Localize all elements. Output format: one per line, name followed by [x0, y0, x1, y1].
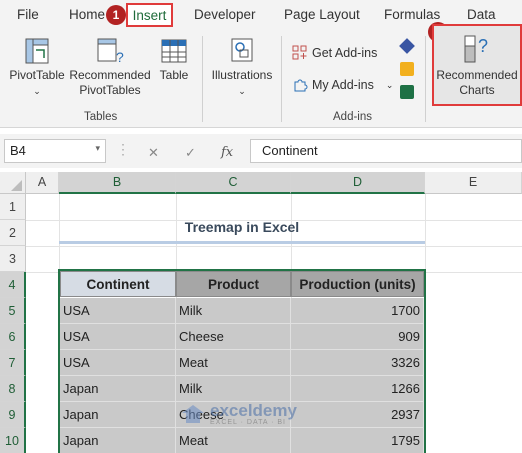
visio-icon[interactable]: [399, 38, 415, 54]
continent-cell[interactable]: Japan: [60, 376, 176, 402]
title-underline: [59, 241, 425, 244]
svg-text:?: ?: [116, 49, 124, 65]
chevron-down-icon[interactable]: ⌄: [386, 80, 394, 91]
tab-formulas[interactable]: Formulas: [384, 7, 440, 22]
formula-bar-grip-icon: ⋮: [116, 141, 130, 157]
header-cell-production[interactable]: Production (units): [291, 271, 424, 297]
insert-function-icon[interactable]: fx: [221, 145, 233, 160]
recommended-charts-icon: ?: [464, 35, 488, 63]
row-header-3[interactable]: 3: [0, 246, 26, 272]
puzzle-icon: [294, 79, 308, 92]
addins-group-label: Add-ins: [333, 111, 372, 123]
people-graph-icon[interactable]: [400, 85, 414, 99]
chevron-down-icon: ⌄: [33, 86, 41, 96]
gridline: [26, 246, 522, 247]
enter-icon[interactable]: ✓: [185, 145, 196, 161]
gridline: [425, 194, 426, 453]
recommended-pivottable-icon: ?: [97, 38, 124, 65]
my-addins-button[interactable]: My Add-ins ⌄: [292, 77, 393, 93]
exceldemy-watermark: exceldemy EXCEL · DATA · BI: [180, 402, 297, 426]
step-1-badge: 1: [106, 5, 126, 25]
table-button[interactable]: Table: [154, 36, 194, 83]
chevron-down-icon: ⌄: [238, 86, 246, 96]
column-header-e[interactable]: E: [425, 172, 522, 194]
pivottable-label: PivotTable: [9, 68, 65, 82]
tab-home[interactable]: Home: [69, 7, 105, 22]
svg-text:?: ?: [478, 36, 488, 56]
illustrations-icon: [231, 38, 253, 62]
tab-page-layout[interactable]: Page Layout: [284, 7, 360, 22]
row-header-5[interactable]: 5: [0, 298, 26, 324]
formula-bar: B4 ▾ ⋮ ✕ ✓ fx Continent: [0, 134, 522, 168]
my-addins-label: My Add-ins: [312, 78, 374, 92]
production-cell[interactable]: 3326: [291, 350, 424, 376]
watermark-tagline: EXCEL · DATA · BI: [210, 419, 286, 426]
ribbon-divider: [281, 36, 282, 122]
continent-cell[interactable]: USA: [60, 298, 176, 324]
get-addins-label: Get Add-ins: [312, 46, 378, 60]
pivottable-button[interactable]: PivotTable ⌄: [6, 36, 68, 99]
name-box[interactable]: B4 ▾: [4, 139, 106, 163]
name-box-value: B4: [10, 143, 26, 158]
header-cell-continent[interactable]: Continent: [60, 271, 176, 297]
continent-cell[interactable]: Japan: [60, 428, 176, 453]
ribbon-divider: [425, 36, 426, 122]
continent-cell[interactable]: USA: [60, 350, 176, 376]
get-addins-button[interactable]: Get Add-ins: [292, 45, 377, 61]
recommended-pivottables-label-2: PivotTables: [79, 83, 141, 97]
illustrations-button[interactable]: Illustrations ⌄: [208, 36, 276, 99]
grid-plus-icon: [292, 45, 307, 60]
chevron-down-icon[interactable]: ▾: [95, 143, 100, 154]
continent-cell[interactable]: USA: [60, 324, 176, 350]
row-header-1[interactable]: 1: [0, 194, 26, 220]
recommended-pivottables-label-1: Recommended: [69, 68, 151, 82]
product-cell[interactable]: Meat: [176, 350, 291, 376]
cancel-icon[interactable]: ✕: [148, 145, 159, 161]
table-icon: [161, 39, 187, 63]
recommended-charts-label-1: Recommended: [436, 68, 518, 82]
watermark-brand: exceldemy: [210, 401, 297, 420]
product-cell[interactable]: Cheese: [176, 324, 291, 350]
row-header-8[interactable]: 8: [0, 376, 26, 402]
column-header-d[interactable]: D: [291, 172, 425, 194]
formula-value: Continent: [262, 143, 318, 158]
recommended-pivottables-button[interactable]: ? Recommended PivotTables: [66, 36, 154, 98]
header-cell-product[interactable]: Product: [176, 271, 291, 297]
tab-data[interactable]: Data: [467, 7, 496, 22]
production-cell[interactable]: 1700: [291, 298, 424, 324]
tab-insert[interactable]: Insert: [126, 3, 173, 27]
row-header-10[interactable]: 10: [0, 428, 26, 453]
row-header-2[interactable]: 2: [0, 220, 26, 246]
production-cell[interactable]: 1795: [291, 428, 424, 453]
production-cell[interactable]: 909: [291, 324, 424, 350]
recommended-charts-label-2: Charts: [459, 83, 495, 97]
product-cell[interactable]: Milk: [176, 376, 291, 402]
column-header-c[interactable]: C: [176, 172, 291, 194]
tab-file[interactable]: File: [17, 7, 39, 22]
recommended-charts-button[interactable]: ? Recommended Charts: [432, 24, 522, 106]
table-label: Table: [159, 68, 189, 82]
product-cell[interactable]: Meat: [176, 428, 291, 453]
column-header-a[interactable]: A: [26, 172, 59, 194]
row-header-4[interactable]: 4: [0, 272, 26, 298]
tab-developer[interactable]: Developer: [194, 7, 256, 22]
pivottable-icon: [25, 38, 49, 64]
row-header-9[interactable]: 9: [0, 402, 26, 428]
row-header-7[interactable]: 7: [0, 350, 26, 376]
bing-maps-icon[interactable]: [400, 62, 414, 76]
sheet-title[interactable]: Treemap in Excel: [59, 219, 425, 235]
product-cell[interactable]: Milk: [176, 298, 291, 324]
select-all-triangle-icon: [11, 180, 22, 191]
illustrations-label: Illustrations: [211, 68, 273, 82]
exceldemy-logo-icon: [182, 405, 204, 423]
select-all-corner[interactable]: [0, 172, 26, 194]
production-cell[interactable]: 1266: [291, 376, 424, 402]
formula-input[interactable]: Continent: [250, 139, 522, 163]
tables-group-label: Tables: [84, 111, 118, 123]
column-header-b[interactable]: B: [59, 172, 176, 194]
ribbon-divider: [202, 36, 203, 122]
continent-cell[interactable]: Japan: [60, 402, 176, 428]
production-cell[interactable]: 2937: [291, 402, 424, 428]
row-header-6[interactable]: 6: [0, 324, 26, 350]
